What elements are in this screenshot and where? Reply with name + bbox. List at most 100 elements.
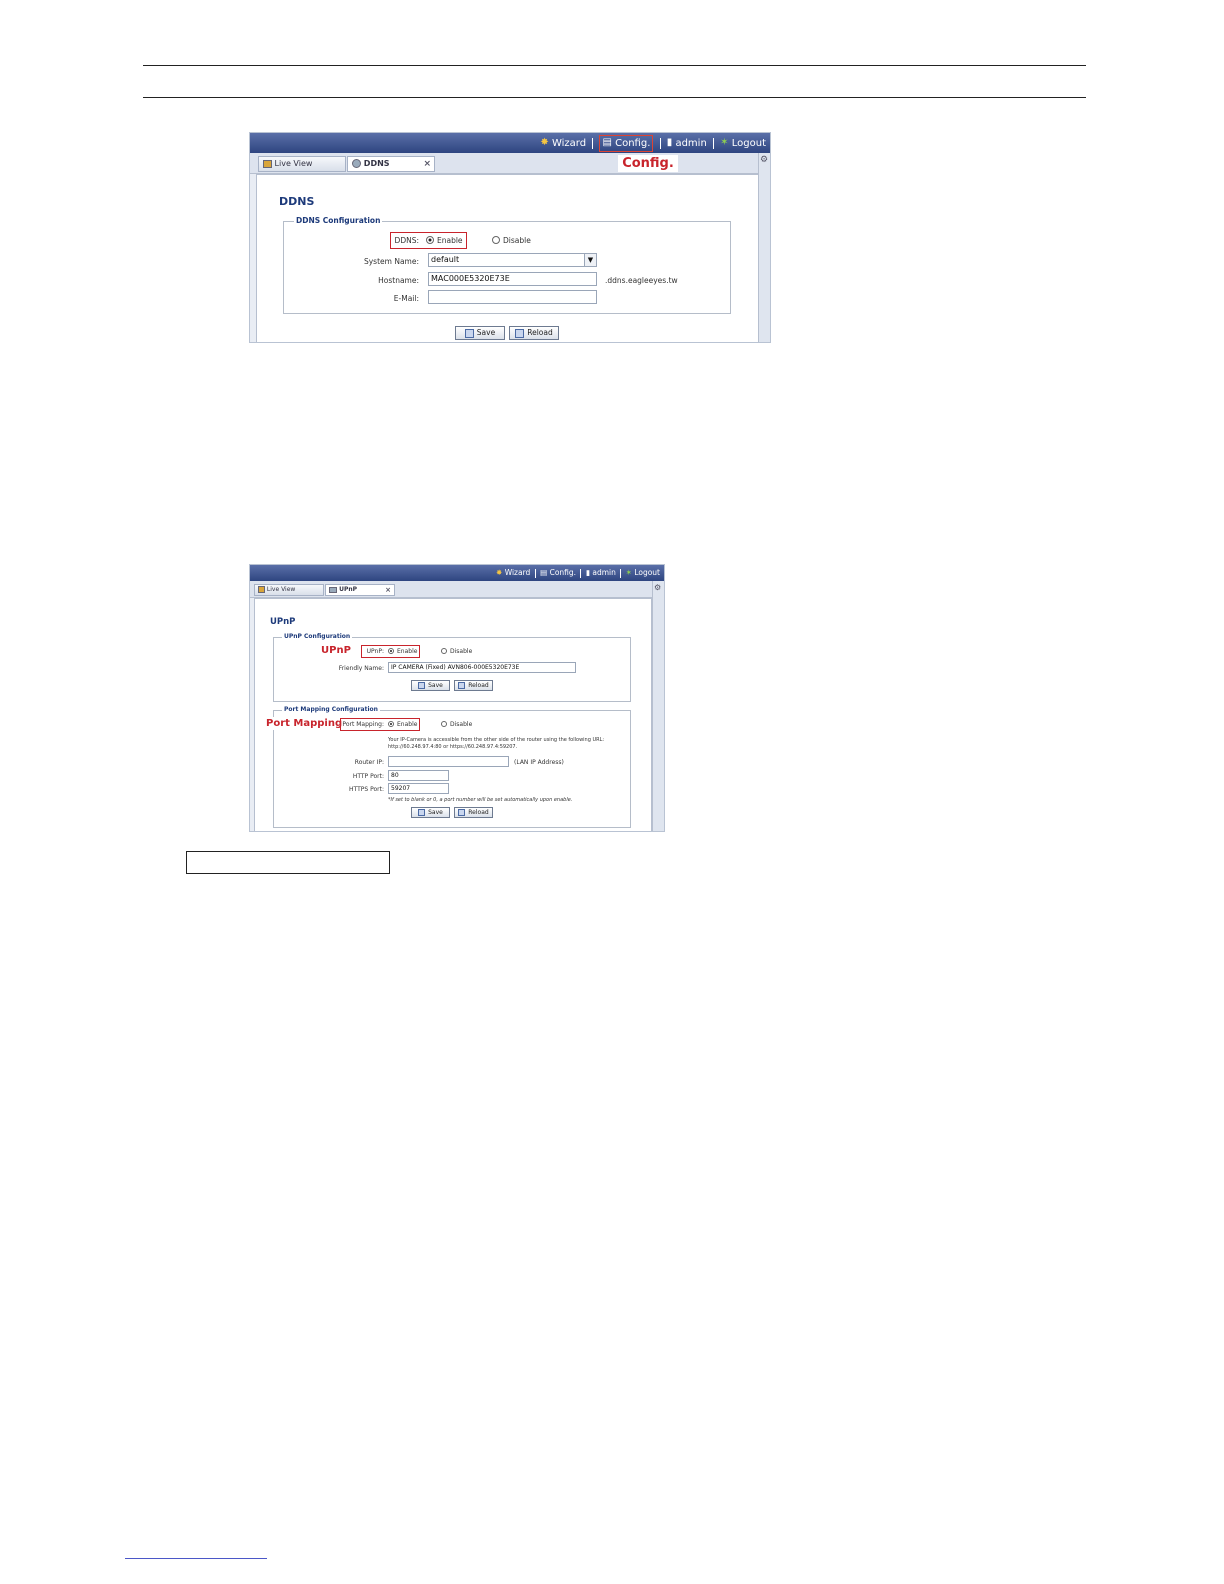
nav-separator <box>620 568 622 578</box>
router-ip-hint: (LAN IP Address) <box>514 759 564 766</box>
upnp-label: UPnP: <box>366 648 384 655</box>
friendly-name-input[interactable]: IP CAMERA (Fixed) AVN806-000E5320E73E <box>388 662 576 673</box>
https-port-label: HTTPS Port: <box>349 786 384 793</box>
nav-separator <box>712 137 714 149</box>
access-info-line2: http://60.248.97.4:80 or https://60.248.… <box>388 744 518 750</box>
ddns-disable-label: Disable <box>503 236 531 245</box>
wizard-link[interactable]: ✸ Wizard <box>540 133 586 154</box>
ddns-config-legend: DDNS Configuration <box>294 216 383 225</box>
upnp-save-button[interactable]: Save <box>411 680 450 691</box>
upnp-screenshot: ✸ Wizard ▤ Config. ▮ admin ✶ Logout Live… <box>249 564 665 832</box>
upnp-callout: UPnP <box>318 644 354 657</box>
side-panel: ⚙ <box>758 153 770 342</box>
email-input[interactable] <box>428 290 597 304</box>
port-mapping-fieldset: Port Mapping Configuration Port Mapping … <box>266 706 631 828</box>
http-port-input[interactable]: 80 <box>388 770 449 781</box>
config-icon: ▤ <box>540 568 548 577</box>
port-mapping-enable-radio[interactable] <box>388 721 394 727</box>
page-title: DDNS <box>279 195 315 208</box>
tab-close-icon[interactable]: × <box>385 585 391 595</box>
http-port-label: HTTP Port: <box>352 773 384 780</box>
hostname-suffix: .ddns.eagleeyes.tw <box>605 276 678 285</box>
port-mapping-callout: Port Mapping <box>266 717 343 730</box>
upnp-enable-radio[interactable] <box>388 648 394 654</box>
ddns-config-fieldset: DDNS Configuration DDNS: Enable Disable … <box>283 216 731 314</box>
tab-strip: Live View DDNS × <box>250 153 770 174</box>
access-info-line1: Your IP-Camera is accessible from the ot… <box>388 737 605 743</box>
ddns-enable-radio[interactable] <box>426 236 434 244</box>
reload-icon <box>458 682 466 689</box>
reload-button[interactable]: Reload <box>509 326 559 340</box>
admin-link[interactable]: ▮ admin <box>586 565 616 581</box>
ddns-disable-radio[interactable] <box>492 236 500 244</box>
wizard-icon: ✸ <box>496 568 503 577</box>
floppy-icon <box>464 328 474 338</box>
user-icon: ▮ <box>585 568 590 577</box>
port-mapping-enable-label: Enable <box>397 721 418 728</box>
friendly-name-label: Friendly Name: <box>338 665 384 672</box>
wizard-link[interactable]: ✸ Wizard <box>496 565 530 581</box>
port-mapping-disable-radio[interactable] <box>441 721 447 727</box>
tab-ddns[interactable]: DDNS × <box>347 156 435 172</box>
upnp-enable-label: Enable <box>397 648 418 655</box>
tab-live-view[interactable]: Live View <box>258 156 346 172</box>
page-title: UPnP <box>270 617 296 627</box>
email-label: E-Mail: <box>393 294 419 303</box>
upnp-disable-radio[interactable] <box>441 648 447 654</box>
side-panel-icon[interactable]: ⚙ <box>654 583 661 592</box>
system-name-label: System Name: <box>363 257 419 266</box>
port-mapping-save-button[interactable]: Save <box>411 807 450 818</box>
ddns-icon <box>352 159 361 168</box>
port-mapping-reload-button[interactable]: Reload <box>454 807 493 818</box>
logout-link[interactable]: ✶ Logout <box>626 565 660 581</box>
config-icon: ▤ <box>602 137 612 148</box>
top-nav-bar: ✸ Wizard ▤ Config. ▮ admin ✶ Logout <box>250 133 770 153</box>
chevron-down-icon[interactable]: ▼ <box>584 254 596 266</box>
reload-icon <box>515 328 525 338</box>
system-name-select[interactable]: default ▼ <box>428 253 597 267</box>
port-mapping-legend: Port Mapping Configuration <box>282 706 380 713</box>
header-rule-top <box>143 65 1086 66</box>
ddns-label: DDNS: <box>394 236 419 245</box>
reload-icon <box>458 809 466 816</box>
config-link[interactable]: ▤ Config. <box>540 565 576 581</box>
footnote-rule <box>125 1558 267 1559</box>
ddns-screenshot: ✸ Wizard ▤ Config. ▮ admin ✶ Logout Live… <box>249 132 771 343</box>
upnp-config-legend: UPnP Configuration <box>282 633 353 640</box>
nav-separator <box>659 137 661 149</box>
logout-icon: ✶ <box>625 568 632 577</box>
router-ip-input[interactable] <box>388 756 509 767</box>
top-nav-bar: ✸ Wizard ▤ Config. ▮ admin ✶ Logout <box>250 565 664 581</box>
tab-close-icon[interactable]: × <box>423 157 431 171</box>
hostname-input[interactable]: MAC000E5320E73E <box>428 272 597 286</box>
port-mapping-label: Port Mapping: <box>342 721 384 728</box>
user-icon: ▮ <box>666 137 673 148</box>
upnp-icon <box>329 586 337 593</box>
live-view-icon <box>263 159 272 168</box>
tab-live-view[interactable]: Live View <box>254 584 324 596</box>
floppy-icon <box>418 682 426 689</box>
upnp-reload-button[interactable]: Reload <box>454 680 493 691</box>
wizard-icon: ✸ <box>540 137 549 148</box>
hostname-label: Hostname: <box>378 276 419 285</box>
empty-note-box <box>186 851 390 874</box>
side-panel-icon[interactable]: ⚙ <box>760 155 768 165</box>
floppy-icon <box>418 809 426 816</box>
nav-separator <box>580 568 582 578</box>
save-button[interactable]: Save <box>455 326 505 340</box>
tab-upnp[interactable]: UPnP × <box>325 584 395 596</box>
port-note: *If set to blank or 0, a port number wil… <box>388 797 573 803</box>
upnp-panel: UPnP UPnP Configuration UPnP UPnP: Enabl… <box>254 598 652 831</box>
admin-link[interactable]: ▮ admin <box>667 133 707 154</box>
upnp-disable-label: Disable <box>450 648 473 655</box>
upnp-config-fieldset: UPnP Configuration UPnP UPnP: Enable Dis… <box>273 633 631 702</box>
tab-strip: Live View UPnP × <box>250 581 664 598</box>
side-panel: ⚙ <box>652 581 664 831</box>
nav-separator <box>592 137 594 149</box>
config-link[interactable]: ▤ Config. <box>599 135 654 152</box>
https-port-input[interactable]: 59207 <box>388 783 449 794</box>
config-callout: Config. <box>618 155 678 172</box>
logout-link[interactable]: ✶ Logout <box>720 133 766 154</box>
nav-separator <box>534 568 536 578</box>
router-ip-label: Router IP: <box>354 759 384 766</box>
